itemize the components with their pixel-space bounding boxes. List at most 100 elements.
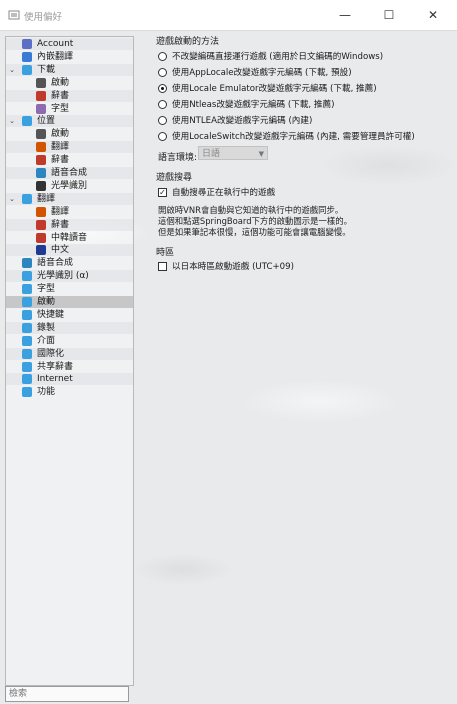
sidebar-item[interactable]: 中文 <box>6 244 133 257</box>
expand-caret-icon[interactable]: ⌄ <box>8 64 16 76</box>
sidebar-item[interactable]: 內嵌翻譯 <box>6 51 133 63</box>
account-icon <box>22 39 32 49</box>
sidebar-item-label: 辭書 <box>51 155 70 166</box>
sidebar-item[interactable]: ⌄ 下載 <box>6 63 133 76</box>
sidebar-item-label: 共享辭書 <box>37 361 74 372</box>
radio-button[interactable] <box>158 116 167 125</box>
chevron-down-icon: ▼ <box>258 150 264 158</box>
sidebar-item[interactable]: 介面 <box>6 335 133 347</box>
sidebar-item-label: 翻譯 <box>51 142 70 153</box>
sidebar-item[interactable]: 啟動 <box>6 296 133 308</box>
radio-button[interactable] <box>158 68 167 77</box>
expand-caret-icon[interactable]: ⌄ <box>8 115 16 127</box>
font-icon <box>22 284 32 295</box>
sidebar-item-label: 翻譯 <box>51 206 70 217</box>
sidebar-item-label: 國際化 <box>37 348 65 359</box>
sidebar-item[interactable]: 光學識別 <box>6 180 133 192</box>
settings-tree[interactable]: Account 內嵌翻譯 ⌄ 下載 啟動 辭書 字型 ⌄ 位置 啟動 翻譯 辭書 語音合成 光學識別 ⌄ 翻譯… <box>5 36 134 686</box>
launch-settings-panel: 遊戲啟動的方法 不改變編碼直接運行遊戲 (適用於日文編碼的Windows) 使用… <box>146 31 451 704</box>
translate-icon <box>36 142 46 153</box>
chinese-icon <box>36 245 46 256</box>
sidebar-item[interactable]: 辭書 <box>6 89 133 102</box>
sidebar-item[interactable]: 字型 <box>6 103 133 115</box>
sidebar-item[interactable]: ⌄ 位置 <box>6 115 133 128</box>
download-icon <box>22 64 32 75</box>
radio-button[interactable] <box>158 132 167 141</box>
sidebar-item[interactable]: 快捷鍵 <box>6 309 133 321</box>
sidebar-item[interactable]: 啟動 <box>6 77 133 89</box>
sidebar-item-label: 啟動 <box>51 77 70 88</box>
sidebar-item[interactable]: 國際化 <box>6 347 133 360</box>
sidebar-item-label: 語音合成 <box>51 168 88 178</box>
checkbox-label: 自動搜尋正在執行中的遊戲 <box>172 188 276 198</box>
radio-label: 使用Ntleas改變遊戲字元編碼 (下載, 推薦) <box>172 100 335 110</box>
launch-method-title: 遊戲啟動的方法 <box>156 37 220 47</box>
shared-dictionary-icon <box>22 361 32 372</box>
sidebar-item[interactable]: 光學識別 (α) <box>6 270 133 283</box>
sidebar-item[interactable]: 字型 <box>6 283 133 295</box>
close-button[interactable]: ✕ <box>411 0 455 30</box>
ocr-icon <box>22 271 32 282</box>
sidebar-item-label: 中韓讀音 <box>51 232 88 243</box>
sidebar-item-label: 光學識別 <box>51 180 88 191</box>
sidebar-item[interactable]: 翻譯 <box>6 141 133 154</box>
radio-button[interactable] <box>158 100 167 109</box>
sidebar-item-label: 功能 <box>37 387 56 398</box>
sidebar-item[interactable]: 中韓讀音 <box>6 232 133 244</box>
maximize-button[interactable]: ☐ <box>367 0 411 30</box>
sidebar-item[interactable]: 啟動 <box>6 128 133 140</box>
timezone-title: 時區 <box>156 248 175 258</box>
sidebar-item-label: 字型 <box>51 103 70 114</box>
sidebar-item[interactable]: 錄製 <box>6 321 133 334</box>
radio-button-selected[interactable] <box>158 84 167 93</box>
speech-icon <box>22 258 32 269</box>
i18n-icon <box>22 348 32 359</box>
game-detect-title: 遊戲搜尋 <box>156 173 193 183</box>
search-input[interactable]: 檢索 <box>5 686 129 702</box>
sidebar-item-label: Internet <box>37 374 73 385</box>
sidebar-item-label: 介面 <box>37 335 56 346</box>
radio-label: 使用NTLEA改變遊戲字元編碼 (內建) <box>172 116 313 126</box>
radio-label: 使用AppLocale改變遊戲字元編碼 (下載, 預設) <box>172 68 352 78</box>
sidebar-item-label: 辭書 <box>51 90 70 101</box>
font-icon <box>36 103 46 114</box>
sidebar-item-label: 中文 <box>51 245 70 256</box>
language-label: 語言環境: <box>158 153 198 163</box>
location-icon <box>22 116 32 127</box>
translate-icon <box>36 206 46 217</box>
sidebar-item-label: 啟動 <box>37 297 56 307</box>
timezone-checkbox[interactable] <box>158 262 167 271</box>
embed-translate-icon <box>22 51 32 62</box>
sidebar-item[interactable]: 辭書 <box>6 218 133 231</box>
radio-label: 不改變編碼直接運行遊戲 (適用於日文編碼的Windows) <box>172 52 384 62</box>
speech-icon <box>36 168 46 178</box>
sidebar-item[interactable]: ⌄ 翻譯 <box>6 192 133 205</box>
radio-button[interactable] <box>158 52 167 61</box>
sidebar-item[interactable]: 共享辭書 <box>6 361 133 373</box>
reading-icon <box>36 232 46 243</box>
expand-caret-icon[interactable]: ⌄ <box>8 193 16 205</box>
sidebar-item-label: 位置 <box>37 116 56 127</box>
sidebar-item-label: 錄製 <box>37 322 56 333</box>
minimize-button[interactable]: — <box>323 0 367 30</box>
dictionary-icon <box>36 90 46 101</box>
checkbox-label: 以日本時區啟動遊戲 (UTC+09) <box>172 262 294 272</box>
auto-detect-checkbox[interactable]: ✓ <box>158 188 167 197</box>
sidebar-item-label: 啟動 <box>51 129 70 140</box>
language-select[interactable]: 日語 ▼ <box>198 146 268 160</box>
record-icon <box>22 322 32 333</box>
shortcut-icon <box>22 309 32 320</box>
sidebar-item[interactable]: Internet <box>6 373 133 386</box>
sidebar-item[interactable]: 辭書 <box>6 154 133 166</box>
sidebar-item[interactable]: Account <box>6 38 133 50</box>
content-area: Account 內嵌翻譯 ⌄ 下載 啟動 辭書 字型 ⌄ 位置 啟動 翻譯 辭書 語音合成 光學識別 ⌄ 翻譯… <box>0 31 457 704</box>
sidebar-item[interactable]: 語音合成 <box>6 167 133 179</box>
sidebar-item[interactable]: 翻譯 <box>6 206 133 218</box>
internet-icon <box>22 374 32 385</box>
sidebar-item[interactable]: 功能 <box>6 386 133 398</box>
sidebar-item-label: 翻譯 <box>37 193 56 204</box>
sidebar-item[interactable]: 語音合成 <box>6 257 133 269</box>
dictionary-icon <box>36 155 46 166</box>
ocr-icon <box>36 180 46 191</box>
sidebar-item-label: 快捷鍵 <box>37 309 65 320</box>
